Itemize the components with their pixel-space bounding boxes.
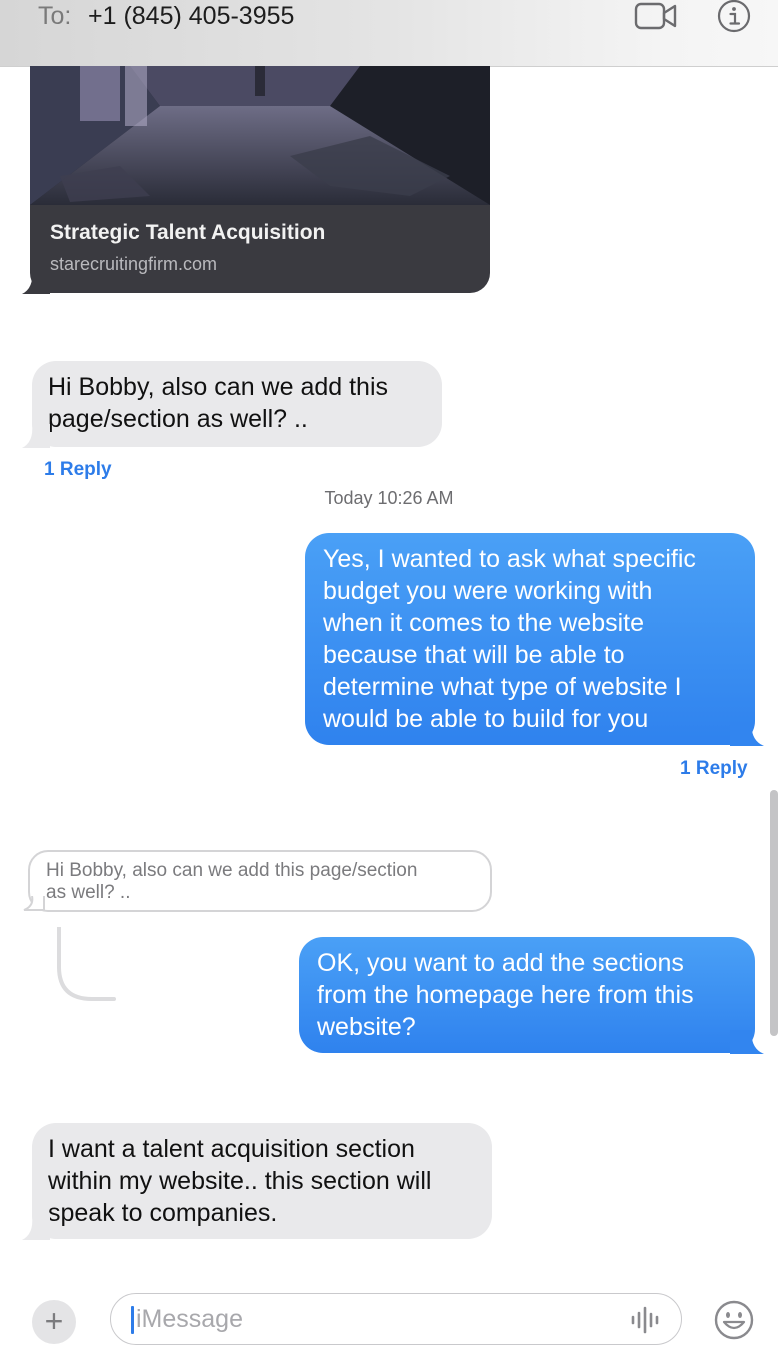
bubble-tail <box>730 1030 764 1054</box>
message-timestamp: Today 10:26 AM <box>324 488 454 508</box>
recipient-field[interactable]: +1 (845) 405-3955 <box>88 2 294 31</box>
message-composer: + iMessage <box>0 1280 778 1348</box>
text-caret <box>131 1306 134 1334</box>
conversation-header: To: +1 (845) 405-3955 <box>0 0 778 67</box>
message-text-line: I want a talent acquisition section <box>48 1135 415 1163</box>
quoted-text-line: Hi Bobby, also can we add this page/sect… <box>46 860 418 881</box>
emoji-icon[interactable] <box>714 1300 754 1340</box>
message-text-line: page/section as well? .. <box>48 405 308 433</box>
add-attachment-button[interactable]: + <box>32 1300 76 1344</box>
incoming-message-bubble[interactable]: Hi Bobby, also can we add this page/sect… <box>32 361 442 447</box>
outgoing-message-bubble[interactable]: Yes, I wanted to ask what specific budge… <box>305 533 755 745</box>
bubble-tail <box>23 896 45 911</box>
message-text-line: within my website.. this section will <box>48 1167 432 1195</box>
link-preview-title: Strategic Talent Acquisition <box>50 221 326 244</box>
thread-reply-link[interactable]: 1 Reply <box>680 758 748 780</box>
link-preview-image <box>30 66 490 205</box>
message-text-line: from the homepage here from this <box>317 981 694 1009</box>
quoted-text-line: as well? .. <box>46 882 131 903</box>
scrollbar-thumb[interactable] <box>770 790 778 1036</box>
link-preview-card[interactable]: Strategic Talent Acquisition starecruiti… <box>30 66 490 293</box>
message-text-line: when it comes to the website <box>323 609 644 637</box>
message-text-line: budget you were working with <box>323 577 653 605</box>
bubble-tail <box>22 424 50 448</box>
message-text-line: speak to companies. <box>48 1199 278 1227</box>
thread-reply-link[interactable]: 1 Reply <box>44 459 112 481</box>
message-text-line: because that will be able to <box>323 641 625 669</box>
quoted-message[interactable]: Hi Bobby, also can we add this page/sect… <box>28 850 492 912</box>
message-text-line: OK, you want to add the sections <box>317 949 684 977</box>
to-label: To: <box>38 2 72 30</box>
message-input-placeholder: iMessage <box>136 1305 243 1333</box>
message-input[interactable]: iMessage <box>110 1293 682 1345</box>
message-text-line: Hi Bobby, also can we add this <box>48 373 389 401</box>
bubble-tail <box>22 270 50 294</box>
video-camera-icon[interactable] <box>634 0 678 32</box>
message-text-line: would be able to build for you <box>323 705 649 733</box>
message-text-line: website? <box>317 1013 416 1041</box>
waveform-icon[interactable] <box>629 1306 665 1334</box>
message-text-line: determine what type of website I <box>323 673 682 701</box>
thread-connector-line <box>57 927 116 1001</box>
message-text-line: Yes, I wanted to ask what specific <box>323 545 696 573</box>
info-icon[interactable] <box>716 0 752 34</box>
bubble-tail <box>730 722 764 746</box>
outgoing-message-bubble[interactable]: OK, you want to add the sections from th… <box>299 937 755 1053</box>
bubble-tail <box>22 1216 50 1240</box>
link-preview-domain: starecruitingfirm.com <box>50 254 218 274</box>
incoming-message-bubble[interactable]: I want a talent acquisition section with… <box>32 1123 492 1239</box>
